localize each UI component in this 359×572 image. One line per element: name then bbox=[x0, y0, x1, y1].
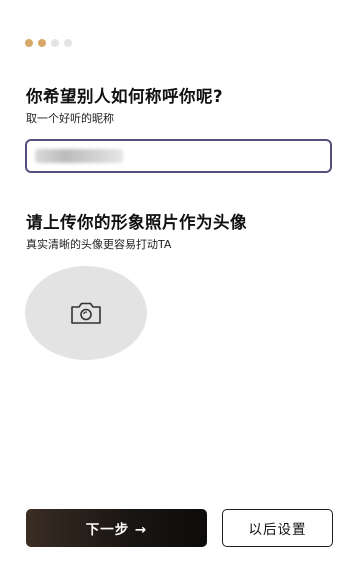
photo-hint: 真实清晰的头像更容易打动TA bbox=[26, 238, 172, 251]
nickname-redacted-value bbox=[35, 149, 123, 163]
nickname-question-title: 你希望别人如何称呼你呢? bbox=[26, 87, 224, 106]
progress-dots bbox=[25, 39, 72, 47]
progress-dot-step-2 bbox=[38, 39, 46, 47]
set-later-button[interactable]: 以后设置 bbox=[222, 509, 333, 547]
camera-icon bbox=[71, 302, 101, 324]
avatar-upload-button[interactable] bbox=[25, 266, 147, 360]
nickname-input[interactable] bbox=[25, 139, 332, 173]
progress-dot-step-1 bbox=[25, 39, 33, 47]
next-step-button[interactable]: 下一步 → bbox=[26, 509, 207, 547]
photo-question-title: 请上传你的形象照片作为头像 bbox=[26, 213, 247, 232]
progress-dot-step-4 bbox=[64, 39, 72, 47]
progress-dot-step-3 bbox=[51, 39, 59, 47]
nickname-hint: 取一个好听的昵称 bbox=[26, 112, 114, 125]
